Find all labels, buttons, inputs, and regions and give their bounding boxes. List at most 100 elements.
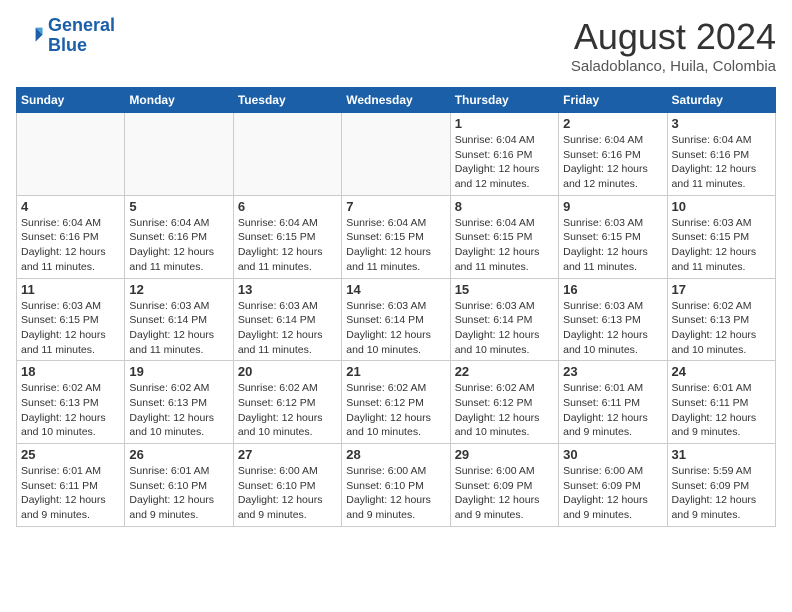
- day-number: 25: [21, 447, 120, 462]
- day-info: Sunrise: 6:03 AMSunset: 6:15 PMDaylight:…: [21, 299, 120, 358]
- day-info: Sunrise: 6:02 AMSunset: 6:12 PMDaylight:…: [346, 381, 445, 440]
- day-info: Sunrise: 6:04 AMSunset: 6:16 PMDaylight:…: [672, 133, 771, 192]
- day-number: 7: [346, 199, 445, 214]
- day-number: 9: [563, 199, 662, 214]
- location: Saladoblanco, Huila, Colombia: [571, 58, 776, 75]
- calendar-cell: 13 Sunrise: 6:03 AMSunset: 6:14 PMDayligh…: [233, 278, 341, 361]
- day-number: 13: [238, 282, 337, 297]
- day-info: Sunrise: 6:01 AMSunset: 6:11 PMDaylight:…: [21, 464, 120, 523]
- day-info: Sunrise: 6:00 AMSunset: 6:09 PMDaylight:…: [563, 464, 662, 523]
- day-info: Sunrise: 6:03 AMSunset: 6:14 PMDaylight:…: [455, 299, 554, 358]
- month-title: August 2024: [571, 16, 776, 58]
- calendar-cell: 8Sunrise: 6:04 AMSunset: 6:15 PMDaylight…: [450, 195, 558, 278]
- day-number: 30: [563, 447, 662, 462]
- day-info: Sunrise: 6:00 AMSunset: 6:09 PMDaylight:…: [455, 464, 554, 523]
- day-number: 26: [129, 447, 228, 462]
- day-number: 22: [455, 364, 554, 379]
- calendar-cell: 28 Sunrise: 6:00 AMSunset: 6:10 PMDayligh…: [342, 444, 450, 527]
- day-info: Sunrise: 6:01 AMSunset: 6:10 PMDaylight:…: [129, 464, 228, 523]
- day-number: 1: [455, 116, 554, 131]
- day-number: 29: [455, 447, 554, 462]
- calendar-cell: 19 Sunrise: 6:02 AMSunset: 6:13 PMDayligh…: [125, 361, 233, 444]
- day-number: 20: [238, 364, 337, 379]
- calendar-week-row: 25 Sunrise: 6:01 AMSunset: 6:11 PMDayligh…: [17, 444, 776, 527]
- calendar-cell: 30 Sunrise: 6:00 AMSunset: 6:09 PMDayligh…: [559, 444, 667, 527]
- day-info: Sunrise: 6:04 AMSunset: 6:16 PMDaylight:…: [21, 216, 120, 275]
- day-info: Sunrise: 6:00 AMSunset: 6:10 PMDaylight:…: [238, 464, 337, 523]
- day-number: 24: [672, 364, 771, 379]
- calendar-cell: 14 Sunrise: 6:03 AMSunset: 6:14 PMDayligh…: [342, 278, 450, 361]
- calendar-cell: 26 Sunrise: 6:01 AMSunset: 6:10 PMDayligh…: [125, 444, 233, 527]
- calendar-week-row: 18 Sunrise: 6:02 AMSunset: 6:13 PMDayligh…: [17, 361, 776, 444]
- day-info: Sunrise: 6:03 AMSunset: 6:15 PMDaylight:…: [672, 216, 771, 275]
- calendar-cell: 27 Sunrise: 6:00 AMSunset: 6:10 PMDayligh…: [233, 444, 341, 527]
- page-header: General Blue August 2024 Saladoblanco, H…: [16, 16, 776, 75]
- calendar-cell: 4 Sunrise: 6:04 AMSunset: 6:16 PMDaylight…: [17, 195, 125, 278]
- day-info: Sunrise: 6:00 AMSunset: 6:10 PMDaylight:…: [346, 464, 445, 523]
- weekday-header: Monday: [125, 88, 233, 113]
- day-number: 11: [21, 282, 120, 297]
- calendar-cell: 17 Sunrise: 6:02 AMSunset: 6:13 PMDayligh…: [667, 278, 775, 361]
- day-number: 27: [238, 447, 337, 462]
- day-info: Sunrise: 6:03 AMSunset: 6:14 PMDaylight:…: [346, 299, 445, 358]
- day-info: Sunrise: 5:59 AMSunset: 6:09 PMDaylight:…: [672, 464, 771, 523]
- calendar-cell: 12Sunrise: 6:03 AMSunset: 6:14 PMDayligh…: [125, 278, 233, 361]
- day-number: 4: [21, 199, 120, 214]
- day-info: Sunrise: 6:01 AMSunset: 6:11 PMDaylight:…: [672, 381, 771, 440]
- weekday-header: Friday: [559, 88, 667, 113]
- calendar-week-row: 1 Sunrise: 6:04 AMSunset: 6:16 PMDaylight…: [17, 113, 776, 196]
- day-number: 3: [672, 116, 771, 131]
- calendar-cell: 3 Sunrise: 6:04 AMSunset: 6:16 PMDaylight…: [667, 113, 775, 196]
- calendar-cell: 18 Sunrise: 6:02 AMSunset: 6:13 PMDayligh…: [17, 361, 125, 444]
- day-number: 6: [238, 199, 337, 214]
- day-info: Sunrise: 6:02 AMSunset: 6:13 PMDaylight:…: [21, 381, 120, 440]
- calendar-cell: [342, 113, 450, 196]
- day-number: 10: [672, 199, 771, 214]
- day-number: 17: [672, 282, 771, 297]
- calendar-cell: 6 Sunrise: 6:04 AMSunset: 6:15 PMDaylight…: [233, 195, 341, 278]
- calendar-cell: 2 Sunrise: 6:04 AMSunset: 6:16 PMDaylight…: [559, 113, 667, 196]
- day-info: Sunrise: 6:01 AMSunset: 6:11 PMDaylight:…: [563, 381, 662, 440]
- calendar-week-row: 11 Sunrise: 6:03 AMSunset: 6:15 PMDayligh…: [17, 278, 776, 361]
- day-number: 23: [563, 364, 662, 379]
- calendar-cell: 16Sunrise: 6:03 AMSunset: 6:13 PMDayligh…: [559, 278, 667, 361]
- day-number: 8: [455, 199, 554, 214]
- weekday-header-row: SundayMondayTuesdayWednesdayThursdayFrid…: [17, 88, 776, 113]
- logo-text: General Blue: [48, 16, 115, 56]
- day-number: 14: [346, 282, 445, 297]
- calendar-cell: [17, 113, 125, 196]
- day-number: 16: [563, 282, 662, 297]
- day-info: Sunrise: 6:02 AMSunset: 6:13 PMDaylight:…: [672, 299, 771, 358]
- day-number: 5: [129, 199, 228, 214]
- day-info: Sunrise: 6:03 AMSunset: 6:15 PMDaylight:…: [563, 216, 662, 275]
- calendar-cell: 31Sunrise: 5:59 AMSunset: 6:09 PMDayligh…: [667, 444, 775, 527]
- calendar-cell: 29 Sunrise: 6:00 AMSunset: 6:09 PMDayligh…: [450, 444, 558, 527]
- weekday-header: Saturday: [667, 88, 775, 113]
- day-number: 18: [21, 364, 120, 379]
- calendar-cell: [233, 113, 341, 196]
- logo-icon: [16, 22, 44, 50]
- day-number: 21: [346, 364, 445, 379]
- day-info: Sunrise: 6:03 AMSunset: 6:14 PMDaylight:…: [238, 299, 337, 358]
- calendar-cell: 7 Sunrise: 6:04 AMSunset: 6:15 PMDaylight…: [342, 195, 450, 278]
- calendar-week-row: 4 Sunrise: 6:04 AMSunset: 6:16 PMDaylight…: [17, 195, 776, 278]
- calendar-cell: 9 Sunrise: 6:03 AMSunset: 6:15 PMDaylight…: [559, 195, 667, 278]
- calendar-cell: 23 Sunrise: 6:01 AMSunset: 6:11 PMDayligh…: [559, 361, 667, 444]
- day-info: Sunrise: 6:03 AMSunset: 6:14 PMDaylight:…: [129, 299, 228, 358]
- calendar-cell: 10 Sunrise: 6:03 AMSunset: 6:15 PMDayligh…: [667, 195, 775, 278]
- day-number: 15: [455, 282, 554, 297]
- day-number: 2: [563, 116, 662, 131]
- day-info: Sunrise: 6:02 AMSunset: 6:12 PMDaylight:…: [455, 381, 554, 440]
- day-number: 28: [346, 447, 445, 462]
- calendar-cell: 21 Sunrise: 6:02 AMSunset: 6:12 PMDayligh…: [342, 361, 450, 444]
- day-info: Sunrise: 6:04 AMSunset: 6:16 PMDaylight:…: [129, 216, 228, 275]
- day-info: Sunrise: 6:04 AMSunset: 6:16 PMDaylight:…: [563, 133, 662, 192]
- day-number: 19: [129, 364, 228, 379]
- day-info: Sunrise: 6:02 AMSunset: 6:13 PMDaylight:…: [129, 381, 228, 440]
- day-info: Sunrise: 6:04 AMSunset: 6:15 PMDaylight:…: [346, 216, 445, 275]
- day-info: Sunrise: 6:04 AMSunset: 6:16 PMDaylight:…: [455, 133, 554, 192]
- calendar-cell: 25 Sunrise: 6:01 AMSunset: 6:11 PMDayligh…: [17, 444, 125, 527]
- calendar-cell: 20Sunrise: 6:02 AMSunset: 6:12 PMDayligh…: [233, 361, 341, 444]
- day-info: Sunrise: 6:04 AMSunset: 6:15 PMDaylight:…: [238, 216, 337, 275]
- calendar-cell: 1 Sunrise: 6:04 AMSunset: 6:16 PMDaylight…: [450, 113, 558, 196]
